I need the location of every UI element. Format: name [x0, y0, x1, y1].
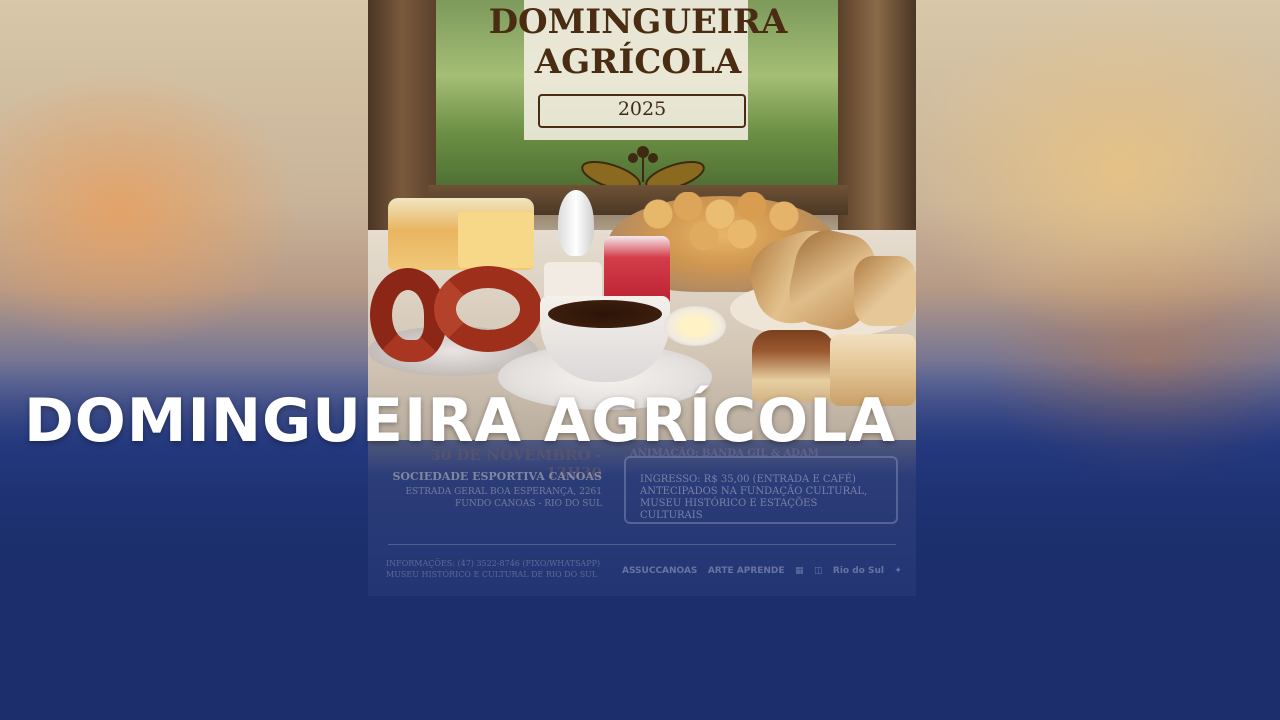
event-address: ESTRADA GERAL BOA ESPERANÇA, 2261 FUNDO …	[392, 486, 602, 510]
milk-jug	[558, 190, 594, 256]
address-line: FUNDO CANOAS - RIO DO SUL	[455, 499, 602, 509]
dish	[544, 262, 602, 300]
corn-ornament-icon	[581, 146, 705, 191]
contact-line: MUSEU HISTÓRICO E CULTURAL DE RIO DO SUL	[386, 570, 598, 579]
contact-line: INFORMAÇÕES: (47) 3522-8746 (FIXO/WHATSA…	[386, 559, 601, 568]
sponsor-logo: ▦	[794, 566, 804, 576]
ticket-line: MUSEU HISTÓRICO E ESTAÇÕES CULTURAIS	[640, 498, 818, 521]
cheese-cut	[458, 212, 534, 268]
event-poster: DOMINGUEIRA AGRÍCOLA 2025 30 DE NOVEMBRO…	[368, 0, 916, 596]
ticket-info: INGRESSO: R$ 35,00 (ENTRADA E CAFÉ) ANTE…	[640, 474, 880, 522]
poster-year: 2025	[617, 98, 667, 120]
sponsor-logo: Rio do Sul	[832, 566, 884, 576]
sponsor-logo: ◫	[813, 566, 823, 576]
address-line: ESTRADA GERAL BOA ESPERANÇA, 2261	[405, 487, 602, 497]
coffee	[548, 300, 662, 328]
event-venue: SOCIEDADE ESPORTIVA CANOAS	[392, 470, 602, 483]
contact-info: INFORMAÇÕES: (47) 3522-8746 (FIXO/WHATSA…	[386, 558, 616, 580]
window-frame-right	[838, 0, 916, 260]
sponsor-logo: ✦	[894, 566, 902, 576]
sponsor-logo: ARTE APRENDE	[707, 566, 785, 576]
poster-title-line1: DOMINGUEIRA	[488, 2, 788, 42]
divider	[388, 544, 896, 545]
poster-title-line2: AGRÍCOLA	[534, 42, 742, 82]
ticket-line: INGRESSO: R$ 35,00 (ENTRADA E CAFÉ)	[640, 474, 856, 485]
sausage	[434, 266, 542, 352]
headline: DOMINGUEIRA AGRÍCOLA	[24, 386, 896, 456]
sponsor-logo: ASSUCCANOAS	[622, 566, 698, 576]
sponsor-logos: ASSUCCANOAS ARTE APRENDE ▦ ◫ Rio do Sul …	[622, 558, 902, 584]
butter-dish	[664, 306, 726, 346]
bread-loaf	[854, 256, 916, 326]
poster-info: 30 DE NOVEMBRO - 13H30 SOCIEDADE ESPORTI…	[368, 440, 916, 596]
ticket-line: ANTECIPADOS NA FUNDAÇÃO CULTURAL,	[640, 486, 868, 497]
